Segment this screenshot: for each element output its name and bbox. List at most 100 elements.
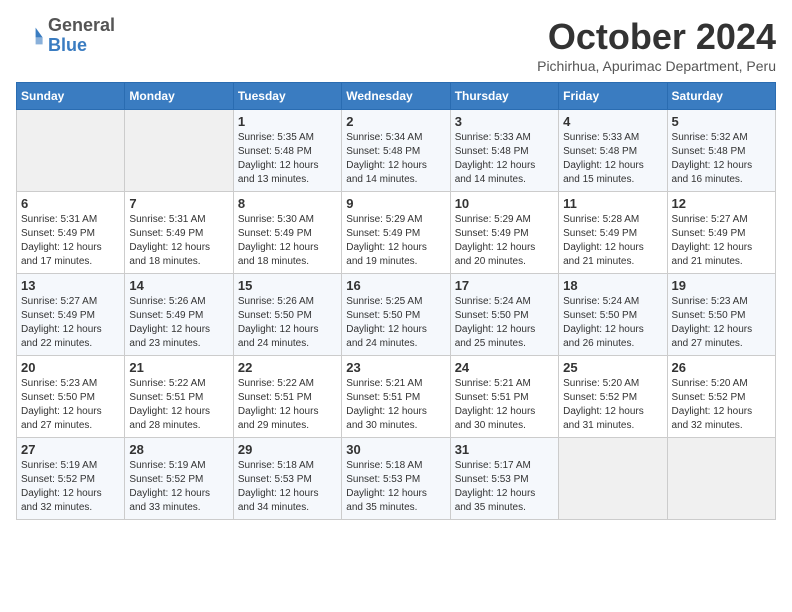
day-info: Sunrise: 5:20 AMSunset: 5:52 PMDaylight:… <box>672 378 753 431</box>
day-number: 14 <box>129 278 228 293</box>
calendar-cell: 31 Sunrise: 5:17 AMSunset: 5:53 PMDaylig… <box>450 438 558 520</box>
calendar-cell: 4 Sunrise: 5:33 AMSunset: 5:48 PMDayligh… <box>559 110 667 192</box>
calendar-week-row: 1 Sunrise: 5:35 AMSunset: 5:48 PMDayligh… <box>17 110 776 192</box>
calendar-cell: 10 Sunrise: 5:29 AMSunset: 5:49 PMDaylig… <box>450 192 558 274</box>
weekday-header: Friday <box>559 83 667 110</box>
day-info: Sunrise: 5:19 AMSunset: 5:52 PMDaylight:… <box>129 460 210 513</box>
day-info: Sunrise: 5:28 AMSunset: 5:49 PMDaylight:… <box>563 214 644 267</box>
day-number: 31 <box>455 442 554 457</box>
day-number: 22 <box>238 360 337 375</box>
calendar-cell: 6 Sunrise: 5:31 AMSunset: 5:49 PMDayligh… <box>17 192 125 274</box>
day-number: 2 <box>346 114 445 129</box>
day-info: Sunrise: 5:33 AMSunset: 5:48 PMDaylight:… <box>455 132 536 185</box>
day-number: 20 <box>21 360 120 375</box>
logo-icon <box>16 22 44 50</box>
day-info: Sunrise: 5:32 AMSunset: 5:48 PMDaylight:… <box>672 132 753 185</box>
day-info: Sunrise: 5:29 AMSunset: 5:49 PMDaylight:… <box>455 214 536 267</box>
page-header: General Blue October 2024 Pichirhua, Apu… <box>16 16 776 74</box>
calendar-week-row: 13 Sunrise: 5:27 AMSunset: 5:49 PMDaylig… <box>17 274 776 356</box>
day-info: Sunrise: 5:31 AMSunset: 5:49 PMDaylight:… <box>21 214 102 267</box>
calendar-cell: 19 Sunrise: 5:23 AMSunset: 5:50 PMDaylig… <box>667 274 775 356</box>
day-info: Sunrise: 5:26 AMSunset: 5:49 PMDaylight:… <box>129 296 210 349</box>
calendar-cell: 5 Sunrise: 5:32 AMSunset: 5:48 PMDayligh… <box>667 110 775 192</box>
calendar-cell: 14 Sunrise: 5:26 AMSunset: 5:49 PMDaylig… <box>125 274 233 356</box>
logo-line2: Blue <box>48 36 115 56</box>
day-number: 1 <box>238 114 337 129</box>
day-number: 9 <box>346 196 445 211</box>
calendar-cell <box>559 438 667 520</box>
calendar-cell: 3 Sunrise: 5:33 AMSunset: 5:48 PMDayligh… <box>450 110 558 192</box>
weekday-header: Thursday <box>450 83 558 110</box>
weekday-header: Saturday <box>667 83 775 110</box>
calendar-cell <box>17 110 125 192</box>
day-number: 27 <box>21 442 120 457</box>
day-info: Sunrise: 5:31 AMSunset: 5:49 PMDaylight:… <box>129 214 210 267</box>
day-number: 24 <box>455 360 554 375</box>
calendar-cell: 22 Sunrise: 5:22 AMSunset: 5:51 PMDaylig… <box>233 356 341 438</box>
logo-text: General Blue <box>48 16 115 56</box>
day-number: 15 <box>238 278 337 293</box>
calendar-cell: 7 Sunrise: 5:31 AMSunset: 5:49 PMDayligh… <box>125 192 233 274</box>
logo: General Blue <box>16 16 115 56</box>
calendar-cell: 28 Sunrise: 5:19 AMSunset: 5:52 PMDaylig… <box>125 438 233 520</box>
calendar-cell: 25 Sunrise: 5:20 AMSunset: 5:52 PMDaylig… <box>559 356 667 438</box>
day-info: Sunrise: 5:22 AMSunset: 5:51 PMDaylight:… <box>129 378 210 431</box>
calendar-cell: 16 Sunrise: 5:25 AMSunset: 5:50 PMDaylig… <box>342 274 450 356</box>
day-info: Sunrise: 5:25 AMSunset: 5:50 PMDaylight:… <box>346 296 427 349</box>
day-info: Sunrise: 5:30 AMSunset: 5:49 PMDaylight:… <box>238 214 319 267</box>
weekday-header: Sunday <box>17 83 125 110</box>
calendar-cell: 27 Sunrise: 5:19 AMSunset: 5:52 PMDaylig… <box>17 438 125 520</box>
title-block: October 2024 Pichirhua, Apurimac Departm… <box>537 16 776 74</box>
calendar-table: SundayMondayTuesdayWednesdayThursdayFrid… <box>16 82 776 520</box>
day-number: 16 <box>346 278 445 293</box>
calendar-cell: 29 Sunrise: 5:18 AMSunset: 5:53 PMDaylig… <box>233 438 341 520</box>
day-number: 17 <box>455 278 554 293</box>
calendar-cell: 23 Sunrise: 5:21 AMSunset: 5:51 PMDaylig… <box>342 356 450 438</box>
day-number: 23 <box>346 360 445 375</box>
calendar-cell: 18 Sunrise: 5:24 AMSunset: 5:50 PMDaylig… <box>559 274 667 356</box>
calendar-cell: 9 Sunrise: 5:29 AMSunset: 5:49 PMDayligh… <box>342 192 450 274</box>
day-info: Sunrise: 5:35 AMSunset: 5:48 PMDaylight:… <box>238 132 319 185</box>
weekday-header: Wednesday <box>342 83 450 110</box>
day-number: 7 <box>129 196 228 211</box>
calendar-cell <box>125 110 233 192</box>
calendar-header: SundayMondayTuesdayWednesdayThursdayFrid… <box>17 83 776 110</box>
calendar-cell: 20 Sunrise: 5:23 AMSunset: 5:50 PMDaylig… <box>17 356 125 438</box>
day-info: Sunrise: 5:18 AMSunset: 5:53 PMDaylight:… <box>238 460 319 513</box>
day-number: 10 <box>455 196 554 211</box>
location-title: Pichirhua, Apurimac Department, Peru <box>537 58 776 74</box>
day-number: 13 <box>21 278 120 293</box>
calendar-cell: 2 Sunrise: 5:34 AMSunset: 5:48 PMDayligh… <box>342 110 450 192</box>
calendar-cell <box>667 438 775 520</box>
day-info: Sunrise: 5:26 AMSunset: 5:50 PMDaylight:… <box>238 296 319 349</box>
day-info: Sunrise: 5:24 AMSunset: 5:50 PMDaylight:… <box>563 296 644 349</box>
calendar-cell: 8 Sunrise: 5:30 AMSunset: 5:49 PMDayligh… <box>233 192 341 274</box>
day-info: Sunrise: 5:20 AMSunset: 5:52 PMDaylight:… <box>563 378 644 431</box>
day-info: Sunrise: 5:27 AMSunset: 5:49 PMDaylight:… <box>21 296 102 349</box>
calendar-cell: 1 Sunrise: 5:35 AMSunset: 5:48 PMDayligh… <box>233 110 341 192</box>
day-number: 25 <box>563 360 662 375</box>
day-info: Sunrise: 5:27 AMSunset: 5:49 PMDaylight:… <box>672 214 753 267</box>
day-info: Sunrise: 5:21 AMSunset: 5:51 PMDaylight:… <box>346 378 427 431</box>
day-number: 29 <box>238 442 337 457</box>
calendar-week-row: 20 Sunrise: 5:23 AMSunset: 5:50 PMDaylig… <box>17 356 776 438</box>
day-info: Sunrise: 5:19 AMSunset: 5:52 PMDaylight:… <box>21 460 102 513</box>
calendar-week-row: 27 Sunrise: 5:19 AMSunset: 5:52 PMDaylig… <box>17 438 776 520</box>
calendar-cell: 17 Sunrise: 5:24 AMSunset: 5:50 PMDaylig… <box>450 274 558 356</box>
day-number: 30 <box>346 442 445 457</box>
day-info: Sunrise: 5:24 AMSunset: 5:50 PMDaylight:… <box>455 296 536 349</box>
day-info: Sunrise: 5:34 AMSunset: 5:48 PMDaylight:… <box>346 132 427 185</box>
calendar-cell: 11 Sunrise: 5:28 AMSunset: 5:49 PMDaylig… <box>559 192 667 274</box>
day-number: 5 <box>672 114 771 129</box>
day-number: 19 <box>672 278 771 293</box>
day-number: 11 <box>563 196 662 211</box>
day-info: Sunrise: 5:33 AMSunset: 5:48 PMDaylight:… <box>563 132 644 185</box>
day-info: Sunrise: 5:17 AMSunset: 5:53 PMDaylight:… <box>455 460 536 513</box>
day-info: Sunrise: 5:21 AMSunset: 5:51 PMDaylight:… <box>455 378 536 431</box>
weekday-row: SundayMondayTuesdayWednesdayThursdayFrid… <box>17 83 776 110</box>
calendar-cell: 30 Sunrise: 5:18 AMSunset: 5:53 PMDaylig… <box>342 438 450 520</box>
calendar-cell: 26 Sunrise: 5:20 AMSunset: 5:52 PMDaylig… <box>667 356 775 438</box>
day-info: Sunrise: 5:23 AMSunset: 5:50 PMDaylight:… <box>21 378 102 431</box>
day-number: 18 <box>563 278 662 293</box>
day-number: 8 <box>238 196 337 211</box>
